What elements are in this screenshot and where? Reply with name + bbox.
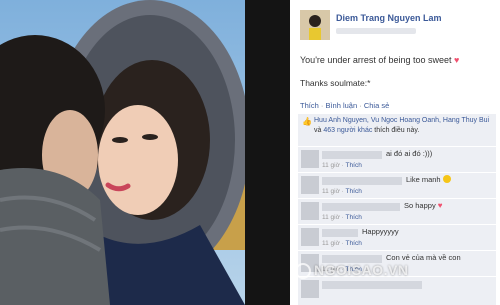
commenter-avatar[interactable] xyxy=(301,280,319,298)
comment-time[interactable]: 11 giờ xyxy=(322,162,340,169)
comment-time[interactable]: 11 giờ xyxy=(322,188,340,195)
site-watermark: NGOISAO.VN xyxy=(295,262,408,279)
commenter-name-redacted xyxy=(322,177,402,185)
likes-suffix: thích điều này. xyxy=(374,126,420,134)
post-meta-redacted xyxy=(336,28,416,34)
comment-text: Con vẻ của mà về con xyxy=(386,253,461,262)
smiley-icon xyxy=(442,175,451,183)
comment-text-wrap: So happy ♥ xyxy=(404,201,443,210)
comment-meta: 11 giờ · Thích xyxy=(322,214,362,221)
divider xyxy=(245,0,290,305)
comment-like-link[interactable]: Thích xyxy=(346,162,362,169)
thumbs-up-icon: 👍 xyxy=(302,117,312,126)
comment-link[interactable]: Bình luận xyxy=(325,101,357,110)
author-name[interactable]: Diem Trang Nguyen Lam xyxy=(336,13,442,23)
heart-icon: ♥ xyxy=(454,55,460,65)
like-link[interactable]: Thích xyxy=(300,101,319,110)
comment-like-link[interactable]: Thích xyxy=(346,188,362,195)
comment-list: ai đó ai đó :))) 11 giờ · Thích Like man… xyxy=(298,146,496,305)
commenter-avatar[interactable] xyxy=(301,176,319,194)
facebook-post: Diem Trang Nguyen Lam You're under arres… xyxy=(290,0,500,305)
comment-time[interactable]: 11 giờ xyxy=(322,214,340,221)
likes-summary: 👍 Huu Anh Nguyen, Vu Ngoc Hoang Oanh, Ha… xyxy=(298,114,496,146)
share-link[interactable]: Chia sẻ xyxy=(364,101,389,110)
post-header: Diem Trang Nguyen Lam xyxy=(300,8,495,44)
likes-connector: và xyxy=(314,126,322,134)
post-actions: Thích · Bình luận · Chia sẻ xyxy=(300,101,389,110)
couple-photo xyxy=(0,0,245,305)
post-text: You're under arrest of being too sweet xyxy=(300,55,452,65)
author-avatar[interactable] xyxy=(300,10,330,40)
comment-meta: 11 giờ · Thích xyxy=(322,162,362,169)
comment: ai đó ai đó :))) 11 giờ · Thích xyxy=(298,146,496,173)
commenter-name-redacted xyxy=(322,203,400,211)
comment xyxy=(298,276,496,303)
comment-like-link[interactable]: Thích xyxy=(346,214,362,221)
commenter-avatar[interactable] xyxy=(301,228,319,246)
commenter-avatar[interactable] xyxy=(301,202,319,220)
comment-text: ai đó ai đó :))) xyxy=(386,149,433,158)
heart-icon: ♥ xyxy=(437,201,443,210)
post-text-line1: You're under arrest of being too sweet ♥ xyxy=(300,55,459,65)
comment: Happyyyyy 11 giờ · Thích xyxy=(298,224,496,251)
commenter-name-redacted xyxy=(322,151,382,159)
comment-like-link[interactable]: Thích xyxy=(346,240,362,247)
liker-names[interactable]: Huu Anh Nguyen, Vu Ngoc Hoang Oanh, Hang… xyxy=(314,117,489,124)
comment-meta: 11 giờ · Thích xyxy=(322,240,362,247)
comment-text: Happyyyyy xyxy=(362,227,399,236)
comment-meta: 11 giờ · Thích xyxy=(322,188,362,195)
commenter-name-redacted xyxy=(322,229,358,237)
post-text-line2: Thanks soulmate:* xyxy=(300,78,371,88)
comment-text: So happy xyxy=(404,201,436,210)
comment: Like manh 11 giờ · Thích xyxy=(298,172,496,199)
star-logo-icon xyxy=(295,263,311,279)
comment: So happy ♥ 11 giờ · Thích xyxy=(298,198,496,225)
commenter-avatar[interactable] xyxy=(301,150,319,168)
commenter-name-redacted xyxy=(322,281,422,289)
comment-text: Like manh xyxy=(406,175,441,184)
watermark-text: NGOISAO.VN xyxy=(314,262,409,278)
comment-text-wrap: Like manh xyxy=(406,175,451,184)
comment-time[interactable]: 11 giờ xyxy=(322,240,340,247)
likes-text: Huu Anh Nguyen, Vu Ngoc Hoang Oanh, Hang… xyxy=(314,116,494,135)
likes-others-link[interactable]: 463 người khác xyxy=(323,127,372,134)
